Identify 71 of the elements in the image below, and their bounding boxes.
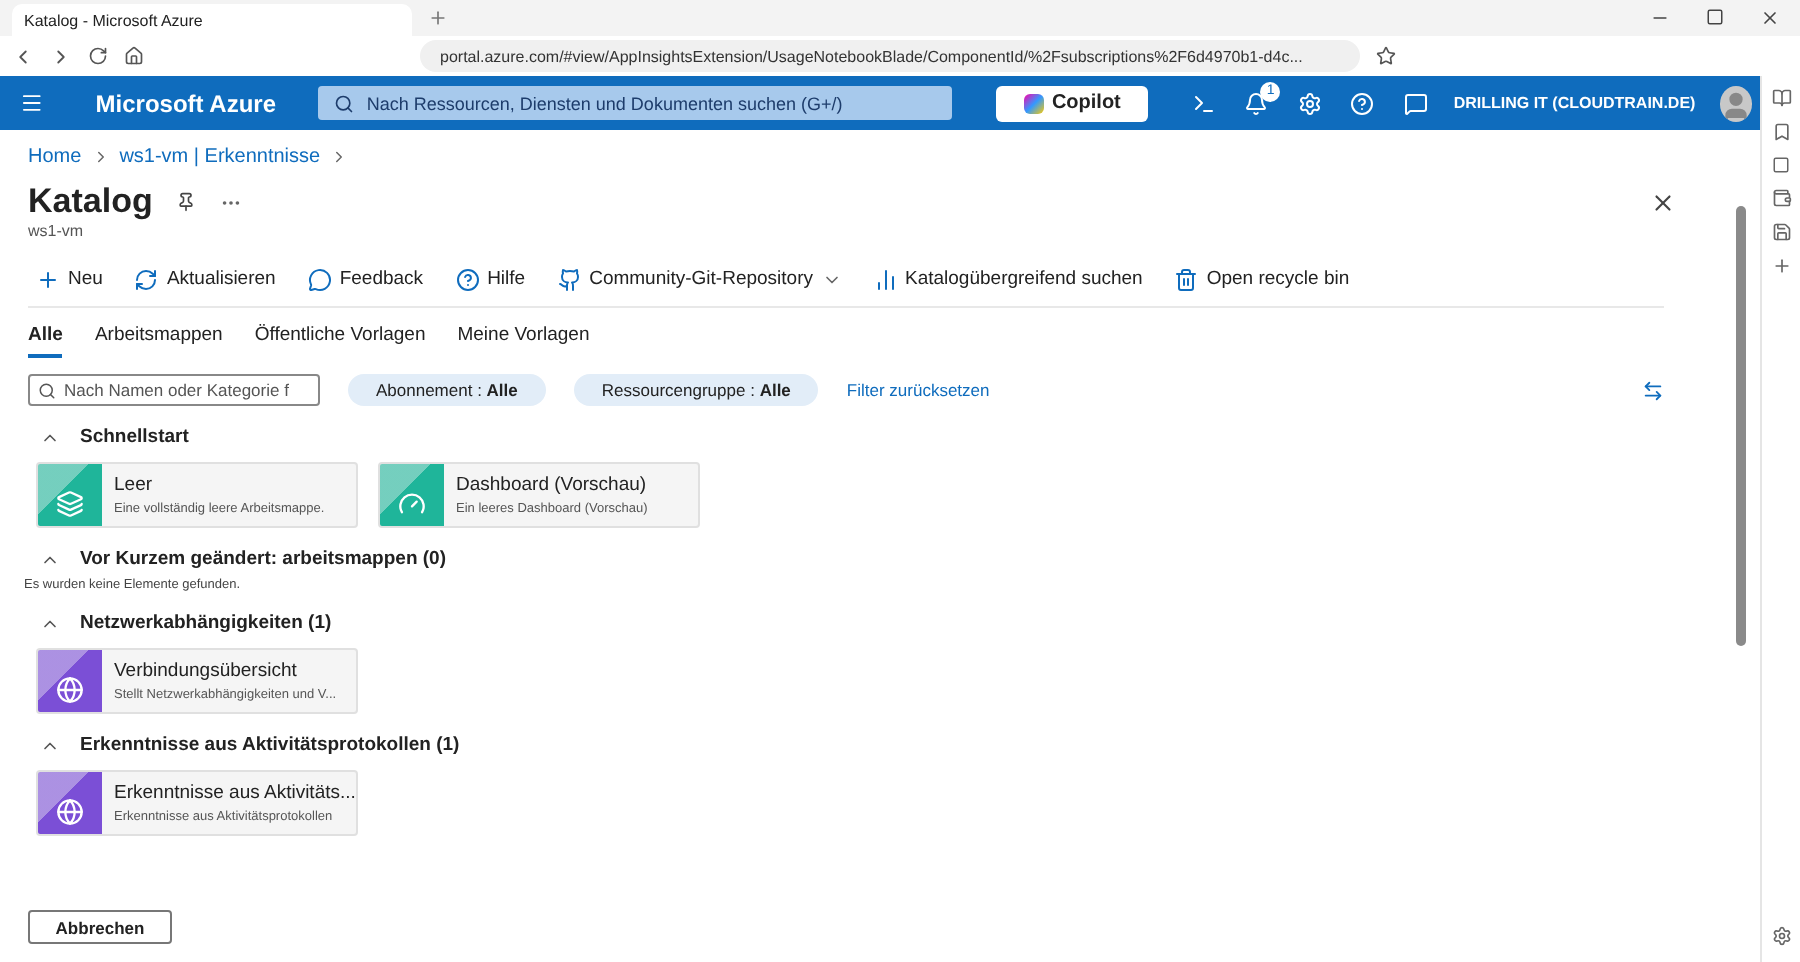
globe-icon [56, 798, 84, 826]
toolbar-button[interactable]: Katalogübergreifend suchen [865, 267, 1143, 291]
avatar-icon[interactable] [1719, 85, 1752, 121]
new-tab-icon[interactable] [428, 8, 448, 28]
brand-name: Microsoft Azure [95, 89, 278, 117]
copilot-icon [1023, 93, 1044, 113]
toolbar-button[interactable]: Feedback [299, 267, 424, 291]
card-title: Verbindungsübersicht [114, 660, 299, 682]
toolbar-button[interactable]: Hilfe [447, 267, 526, 291]
collections-icon[interactable] [1772, 156, 1790, 174]
tab[interactable]: Öffentliche Vorlagen [254, 320, 426, 358]
search-field[interactable]: Nach Ressourcen, Diensten und Dokumenten suchen (G+/) [318, 86, 952, 120]
toolbar-button[interactable]: Aktualisieren [126, 267, 276, 291]
close-icon[interactable] [1650, 189, 1676, 215]
tab[interactable]: Arbeitsmappen [94, 320, 223, 358]
card-title: Dashboard (Vorschau) [456, 474, 648, 496]
cancel-button[interactable]: Abbrechen [28, 910, 172, 944]
account-name[interactable]: DRILLING IT (CLOUDTRAIN.DE) [1453, 94, 1696, 112]
blade-subtitle: ws1-vm [28, 222, 86, 240]
search-icon [38, 381, 56, 399]
filter-pill[interactable]: Ressourcengruppe : Alle [573, 374, 819, 406]
toolbar-button[interactable]: Neu [28, 267, 103, 291]
gauge-icon [398, 490, 426, 518]
help-icon [455, 267, 480, 291]
refresh-icon [134, 267, 159, 291]
search-placeholder: Nach Ressourcen, Diensten und Dokumenten suchen (G+/) [366, 93, 843, 113]
feedback-icon[interactable] [1400, 91, 1430, 115]
globe-icon [56, 676, 84, 704]
chart-icon [873, 267, 897, 291]
blade-title: Katalog [28, 182, 153, 222]
github-icon [557, 267, 582, 291]
settings-icon[interactable] [1771, 926, 1791, 946]
reader-icon[interactable] [1771, 88, 1791, 108]
home-icon[interactable] [124, 46, 144, 66]
section-title: Vor Kurzem geändert: arbeitsmappen (0) [80, 548, 447, 570]
trash-icon [1174, 267, 1199, 291]
card-title: Leer [114, 474, 155, 496]
address-field[interactable]: portal.azure.com/#view/AppInsightsExtension/UsageNotebookBlade/ComponentId/%2Fsubscriptions%2F6d4970b1-d4c... [420, 40, 1360, 72]
save-icon[interactable] [1771, 222, 1791, 242]
toolbar-button[interactable]: Open recycle bin [1166, 267, 1350, 291]
add-icon[interactable] [1771, 256, 1791, 276]
card-title: Erkenntnisse aus Aktivitäts... [114, 782, 356, 804]
bookmark-icon[interactable] [1376, 46, 1396, 66]
section-title: Schnellstart [80, 426, 189, 448]
section-title: Netzwerkabhängigkeiten (1) [80, 612, 332, 634]
pin-icon[interactable] [176, 192, 197, 212]
feedback-icon [307, 267, 332, 291]
help-icon[interactable] [1347, 91, 1377, 115]
bell-icon[interactable] [1244, 91, 1269, 115]
reload-icon[interactable] [88, 46, 108, 66]
filter-pill[interactable]: Abonnement : Alle [348, 374, 546, 406]
settings-icon[interactable] [1294, 91, 1324, 115]
plus-icon [36, 267, 60, 291]
toolbar-button[interactable]: Community-Git-Repository [549, 267, 841, 291]
swap-icon[interactable] [1642, 379, 1664, 401]
menu-icon[interactable] [20, 90, 44, 116]
section-title: Erkenntnisse aus Aktivitätsprotokollen (1) [80, 734, 460, 756]
search-icon [334, 93, 355, 113]
reset-filter-link[interactable]: Filter zurücksetzen [846, 380, 990, 400]
maximize-icon[interactable] [1706, 8, 1724, 26]
breadcrumb-link[interactable]: ws1-vm | Erkenntnisse [119, 145, 321, 167]
tab[interactable]: Alle [28, 320, 63, 358]
wallet-icon[interactable] [1771, 188, 1791, 208]
breadcrumb-link[interactable]: Home [28, 145, 82, 167]
favorites-icon[interactable] [1771, 122, 1791, 142]
layers-icon [56, 490, 84, 518]
tab[interactable]: Meine Vorlagen [457, 320, 590, 358]
filter-field[interactable]: Nach Namen oder Kategorie f [28, 374, 320, 406]
copilot-button[interactable]: Copilot [995, 85, 1149, 121]
close-icon[interactable] [1760, 8, 1780, 28]
browser-tab[interactable]: Katalog - Microsoft Azure [12, 4, 412, 36]
